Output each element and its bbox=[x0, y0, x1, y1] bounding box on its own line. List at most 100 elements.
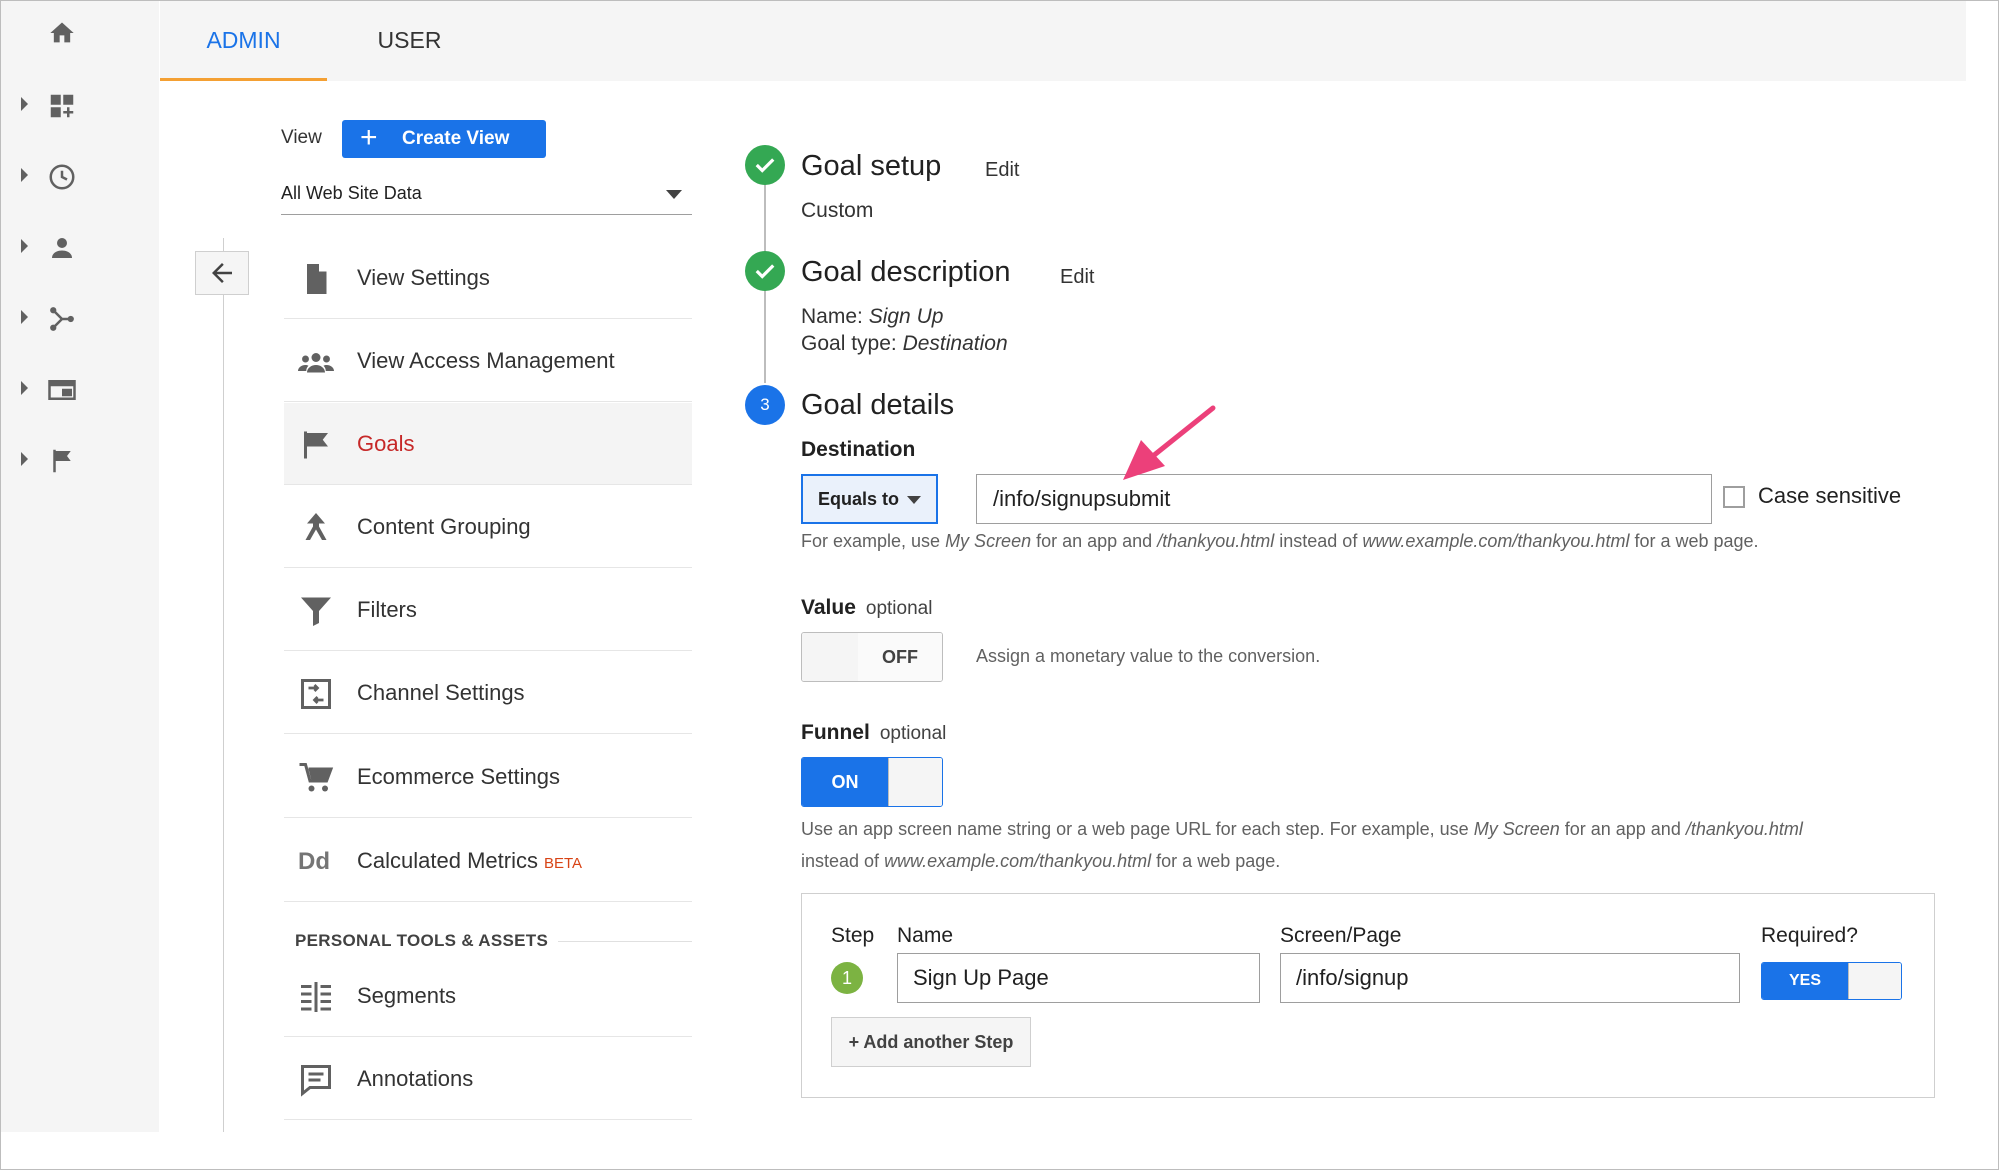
toggle-knob bbox=[802, 633, 859, 681]
nav-view-access-management[interactable]: View Access Management bbox=[284, 320, 692, 402]
hint-text: for an app and bbox=[1031, 531, 1158, 551]
hint-italic: /thankyou.html bbox=[1157, 531, 1275, 551]
toggle-knob bbox=[1848, 963, 1901, 999]
goal-type-value: Destination bbox=[902, 332, 1008, 355]
goal-setup-value: Custom bbox=[801, 199, 874, 222]
dd-icon: Dd bbox=[298, 848, 330, 875]
destination-hint: For example, use My Screen for an app an… bbox=[801, 531, 1759, 552]
view-selector[interactable]: All Web Site Data bbox=[281, 178, 692, 215]
destination-input[interactable]: /info/signupsubmit bbox=[976, 474, 1712, 524]
goal-setup-title: Goal setup bbox=[801, 150, 942, 182]
nav-calculated-metrics[interactable]: Dd Calculated Metrics BETA bbox=[284, 820, 692, 902]
nav-label: Filters bbox=[357, 597, 417, 622]
top-tab-bar: ADMIN USER bbox=[160, 1, 1966, 81]
tab-user[interactable]: USER bbox=[327, 1, 492, 81]
view-selected-value: All Web Site Data bbox=[281, 183, 422, 203]
toggle-knob bbox=[888, 758, 942, 806]
nav-label: Annotations bbox=[357, 1066, 474, 1091]
funnel-toggle[interactable]: ON bbox=[801, 757, 943, 807]
value-toggle[interactable]: OFF bbox=[801, 632, 943, 682]
hint-text: instead of bbox=[1274, 531, 1363, 551]
funnel-hint: Use an app screen name string or a web p… bbox=[801, 813, 1951, 877]
nav-annotations[interactable]: Annotations bbox=[284, 1038, 692, 1120]
funnel-label: Funnel bbox=[801, 721, 870, 744]
value-label-line: Value optional bbox=[801, 596, 932, 620]
goal-details-title: Goal details bbox=[801, 389, 955, 421]
add-another-step-button[interactable]: + Add another Step bbox=[831, 1017, 1031, 1067]
nav-view-settings[interactable]: View Settings bbox=[284, 237, 692, 319]
col-header-name: Name bbox=[897, 924, 954, 947]
value-toggle-state: OFF bbox=[858, 633, 942, 681]
funnel-toggle-state: ON bbox=[802, 758, 888, 806]
hint-text: instead of bbox=[801, 851, 885, 871]
nav-label: Segments bbox=[357, 983, 457, 1008]
hint-text: for a web page. bbox=[1151, 851, 1281, 871]
value-hint: Assign a monetary value to the conversio… bbox=[976, 646, 1321, 666]
col-header-step: Step bbox=[831, 924, 875, 947]
behavior-icon bbox=[48, 380, 76, 400]
goal-setup-edit-link[interactable]: Edit bbox=[985, 159, 1019, 182]
check-icon bbox=[755, 158, 775, 173]
document-icon bbox=[307, 264, 327, 294]
funnel-icon bbox=[301, 597, 331, 626]
nav-label-wrap: Calculated Metrics BETA bbox=[357, 820, 582, 905]
value-label: Value bbox=[801, 596, 856, 619]
goal-details-step-number: 3 bbox=[745, 385, 785, 425]
rail-audience[interactable] bbox=[1, 217, 159, 277]
hint-text: For example, use bbox=[801, 531, 946, 551]
rail-behavior[interactable] bbox=[1, 359, 159, 419]
goal-description-edit-link[interactable]: Edit bbox=[1060, 266, 1094, 289]
caret-right-icon bbox=[21, 97, 28, 111]
goal-setup-complete-icon bbox=[745, 145, 785, 185]
case-sensitive-checkbox[interactable] bbox=[1723, 486, 1745, 508]
funnel-step-screen-input[interactable]: /info/signup bbox=[1280, 953, 1740, 1003]
caret-right-icon bbox=[21, 381, 28, 395]
home-icon bbox=[50, 22, 74, 43]
view-label: View bbox=[281, 127, 322, 148]
funnel-step-name-input[interactable]: Sign Up Page bbox=[897, 953, 1260, 1003]
left-rail bbox=[1, 1, 159, 1132]
funnel-label-line: Funnel optional bbox=[801, 721, 946, 745]
match-type-value: Equals to bbox=[818, 489, 900, 509]
nav-content-grouping[interactable]: Content Grouping bbox=[284, 486, 692, 568]
nav-label: Calculated Metrics bbox=[357, 848, 538, 873]
goal-type-line: Goal type: Destination bbox=[801, 332, 1008, 356]
hint-text: for a web page. bbox=[1629, 531, 1759, 551]
hint-text: for an app and bbox=[1559, 819, 1686, 839]
hint-italic: My Screen bbox=[945, 531, 1032, 551]
rail-conversions[interactable] bbox=[1, 430, 159, 490]
destination-label: Destination bbox=[801, 438, 916, 461]
plus-icon: + bbox=[360, 121, 378, 154]
rail-home[interactable] bbox=[1, 3, 159, 63]
flag-icon bbox=[304, 431, 328, 459]
nav-filters[interactable]: Filters bbox=[284, 569, 692, 651]
nav-label: Goals bbox=[357, 431, 415, 456]
cart-icon bbox=[299, 763, 334, 792]
match-type-select[interactable]: Equals to bbox=[801, 474, 938, 524]
hint-italic: www.example.com/thankyou.html bbox=[1362, 531, 1630, 551]
acquisition-icon bbox=[50, 307, 74, 331]
nav-label: Channel Settings bbox=[357, 680, 525, 705]
caret-right-icon bbox=[21, 239, 28, 253]
tab-admin[interactable]: ADMIN bbox=[160, 1, 327, 81]
nav-channel-settings[interactable]: Channel Settings bbox=[284, 652, 692, 734]
nav-label: View Settings bbox=[357, 265, 490, 290]
funnel-step-required-toggle[interactable]: YES bbox=[1761, 962, 1902, 1000]
caret-right-icon bbox=[21, 310, 28, 324]
required-toggle-state: YES bbox=[1762, 963, 1848, 999]
grouping-icon bbox=[305, 513, 327, 540]
rail-realtime[interactable] bbox=[1, 146, 159, 206]
clock-icon bbox=[49, 164, 75, 190]
channel-icon bbox=[301, 679, 331, 709]
rail-customization[interactable] bbox=[1, 75, 159, 135]
create-view-label: Create View bbox=[402, 128, 510, 149]
dropdown-arrow-icon bbox=[666, 190, 682, 199]
case-sensitive-label: Case sensitive bbox=[1758, 483, 1902, 508]
goal-description-title: Goal description bbox=[801, 256, 1011, 288]
rail-acquisition[interactable] bbox=[1, 288, 159, 348]
create-view-button[interactable]: + Create View bbox=[342, 120, 546, 158]
nav-ecommerce-settings[interactable]: Ecommerce Settings bbox=[284, 736, 692, 818]
nav-segments[interactable]: Segments bbox=[284, 955, 692, 1037]
back-button[interactable] bbox=[195, 251, 249, 295]
nav-goals[interactable]: Goals bbox=[284, 403, 692, 485]
